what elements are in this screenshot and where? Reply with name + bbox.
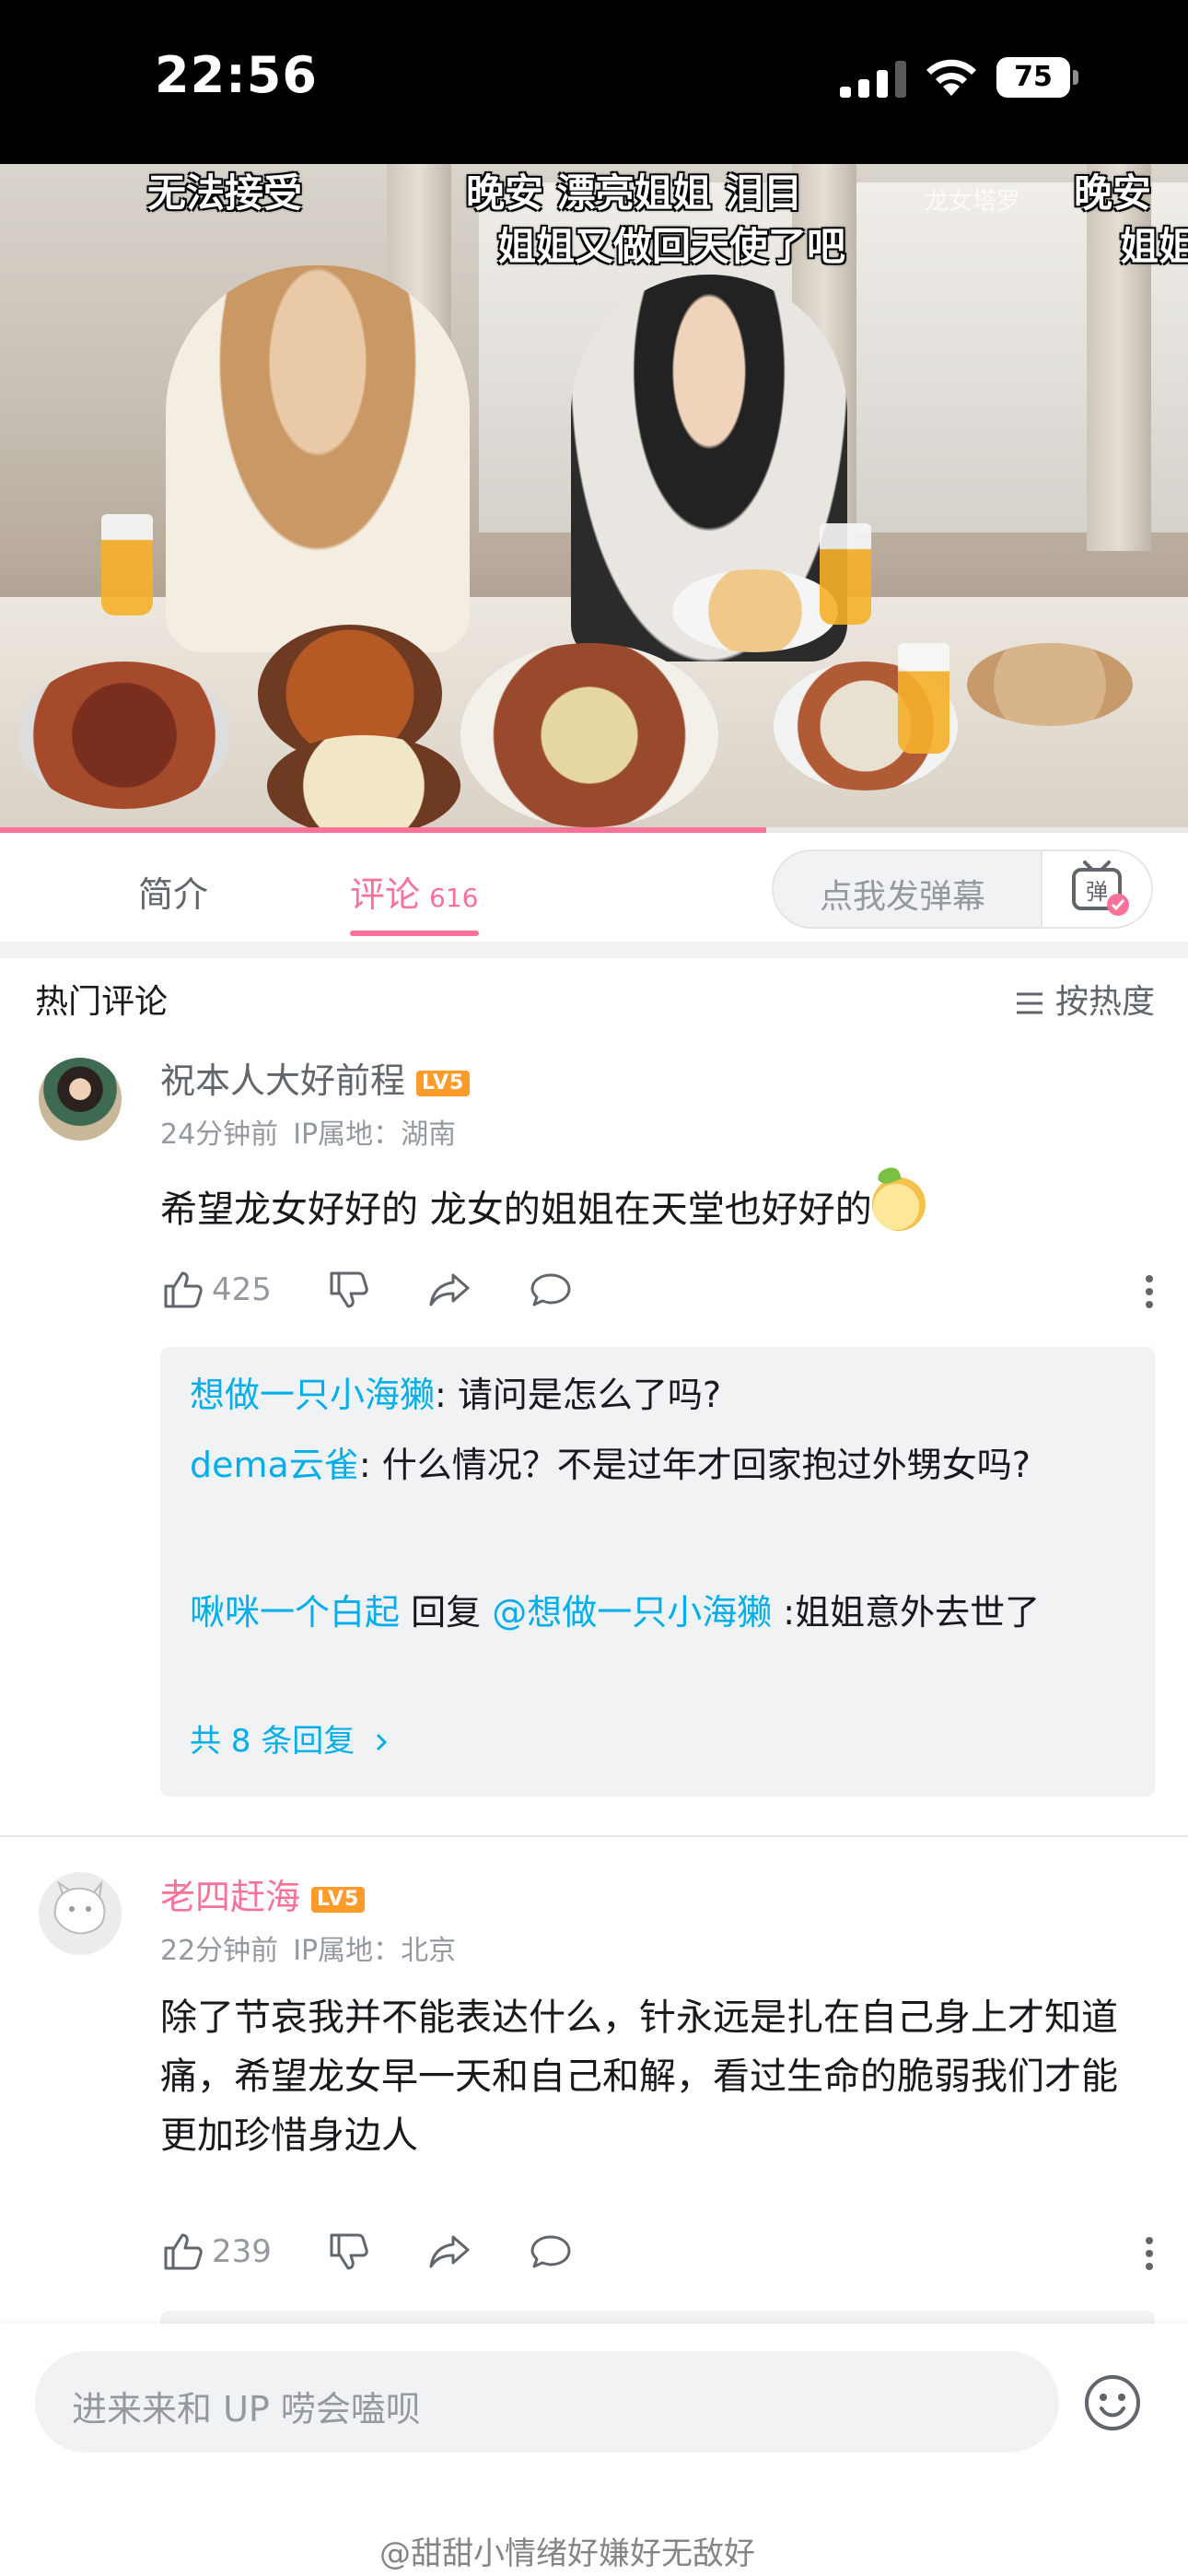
smiley-icon (1085, 2375, 1140, 2430)
reply-item: 想做一只小海獭: 请问是怎么了吗? (190, 1375, 722, 1415)
tab-comments-label: 评论 (350, 874, 421, 915)
reply-username[interactable]: 想做一只小海獭 (190, 1375, 435, 1415)
comment-time: 22分钟前 (160, 1935, 279, 1967)
like-count: 239 (212, 2233, 272, 2270)
reply-preview-box[interactable]: 想做一只小海獭: 请问是怎么了吗? dema云雀: 什么情况？不是过年才回家抱过… (160, 1347, 1155, 1797)
level-badge: LV5 (416, 1070, 471, 1096)
status-time: 22:56 (155, 46, 318, 104)
section-gap (0, 942, 1188, 958)
comment-meta: 24分钟前 IP属地：湖南 (160, 1111, 471, 1152)
danmaku-text: 姐姐 (1120, 224, 1188, 269)
dislike-button[interactable] (326, 2230, 370, 2274)
avatar[interactable] (39, 1872, 122, 1955)
share-icon (429, 1273, 470, 1306)
like-button[interactable]: 239 (160, 2230, 272, 2274)
sort-button[interactable]: 按热度 (1015, 975, 1155, 1023)
danmaku-text: 晚安 (1074, 170, 1152, 216)
reply-username[interactable]: dema云雀 (190, 1445, 359, 1485)
comment-ip: IP属地：北京 (293, 1935, 457, 1967)
avatar-cat-sketch (53, 1879, 106, 1935)
comment-actions: 239 (160, 2230, 1155, 2277)
svg-text:弹: 弹 (1086, 879, 1108, 905)
hot-comments-title: 热门评论 (35, 983, 169, 1021)
comment-input[interactable]: 进来来和 UP 唠会嗑呗 (35, 2351, 1059, 2453)
share-button[interactable] (427, 1268, 472, 1312)
tab-active-indicator (350, 931, 479, 936)
danmaku-input[interactable]: 点我发弹幕 弹 (772, 849, 1153, 929)
danmaku-toggle-button[interactable]: 弹 (1041, 851, 1151, 927)
video-player[interactable]: 无法接受 晚安 漂亮姐姐 泪目 姐姐又做回天使了吧 晚安 姐姐 龙女塔罗 (0, 164, 1188, 829)
video-watermark: 龙女塔罗 (925, 188, 1021, 216)
chevron-right-icon (377, 1733, 388, 1751)
battery-level: 75 (1014, 61, 1053, 93)
danmaku-text: 姐姐又做回天使了吧 (497, 224, 846, 269)
screenshot-watermark: @甜甜小情绪好嫌好无敌好 (379, 2535, 755, 2572)
wifi-icon (926, 59, 976, 96)
reply-button[interactable] (529, 2230, 573, 2274)
more-vertical-icon (1146, 1275, 1153, 1308)
comment-bubble-icon (530, 1273, 571, 1306)
sort-lines-icon (1016, 992, 1042, 1014)
view-more-replies[interactable]: 共 8 条回复 (190, 1715, 390, 1761)
danmaku-placeholder: 点我发弹幕 (820, 878, 986, 916)
status-bar: 22:56 75 (0, 0, 1188, 164)
comment-meta: 22分钟前 IP属地：北京 (160, 1927, 471, 1968)
comment-username[interactable]: 祝本人大好前程 LV5 (160, 1052, 471, 1103)
thumbs-down-icon (330, 2233, 368, 2270)
danmaku-text: 晚安 漂亮姐姐 泪目 (466, 170, 803, 216)
comment-text: 希望龙女好好的 龙女的姐姐在天堂也好好的 (160, 1177, 1136, 1239)
share-button[interactable] (427, 2230, 472, 2274)
comment-bubble-icon (530, 2235, 571, 2268)
reply-button[interactable] (529, 1268, 573, 1312)
avatar[interactable] (39, 1058, 122, 1141)
comment-username[interactable]: 老四赶海 LV5 (160, 1868, 366, 1919)
tab-intro[interactable]: 简介 (138, 866, 208, 917)
emoji-button[interactable] (1083, 2373, 1142, 2432)
comment-actions: 425 (160, 1268, 1155, 1316)
more-options-button[interactable] (1144, 2235, 1155, 2280)
tab-bar: 简介 评论 616 点我发弹幕 弹 (0, 833, 1188, 943)
comment-text: 除了节哀我并不能表达什么，针永远是扎在自己身上才知道痛，希望龙女早一天和自己和解… (160, 1996, 1118, 2157)
comment-divider (0, 1835, 1188, 1837)
like-count: 425 (212, 1271, 272, 1308)
reply-item: dema云雀: 什么情况？不是过年才回家抱过外甥女吗? (190, 1445, 1031, 1485)
thumbs-up-icon (164, 2233, 203, 2270)
more-options-button[interactable] (1144, 1273, 1155, 1318)
dislike-button[interactable] (326, 1268, 370, 1312)
video-person-left (166, 265, 470, 652)
comment-input-placeholder: 进来来和 UP 唠会嗑呗 (72, 2389, 421, 2430)
thumbs-up-icon (164, 1271, 203, 1308)
tab-comments[interactable]: 评论 616 (350, 866, 478, 917)
thumbs-down-icon (330, 1271, 368, 1308)
cellular-signal-icon (840, 61, 906, 98)
reply-item: 啾咪一个白起 回复 @想做一只小海獭 :姐姐意外去世了 (190, 1592, 1041, 1633)
share-icon (429, 2235, 470, 2268)
more-vertical-icon (1146, 2237, 1153, 2270)
reply-mention[interactable]: @想做一只小海獭 (492, 1592, 772, 1633)
like-button[interactable]: 425 (160, 1268, 272, 1312)
reply-username[interactable]: 啾咪一个白起 (190, 1592, 400, 1633)
sort-label: 按热度 (1054, 983, 1155, 1021)
danmaku-tv-icon: 弹 (1072, 861, 1129, 916)
battery-icon: 75 (996, 57, 1081, 98)
danmaku-text: 无法接受 (147, 170, 303, 216)
tab-comments-count: 616 (429, 883, 479, 913)
comment-ip: IP属地：湖南 (293, 1118, 457, 1151)
level-badge: LV5 (311, 1886, 366, 1913)
emoji-icon (871, 1177, 926, 1231)
comment-time: 24分钟前 (160, 1118, 279, 1151)
